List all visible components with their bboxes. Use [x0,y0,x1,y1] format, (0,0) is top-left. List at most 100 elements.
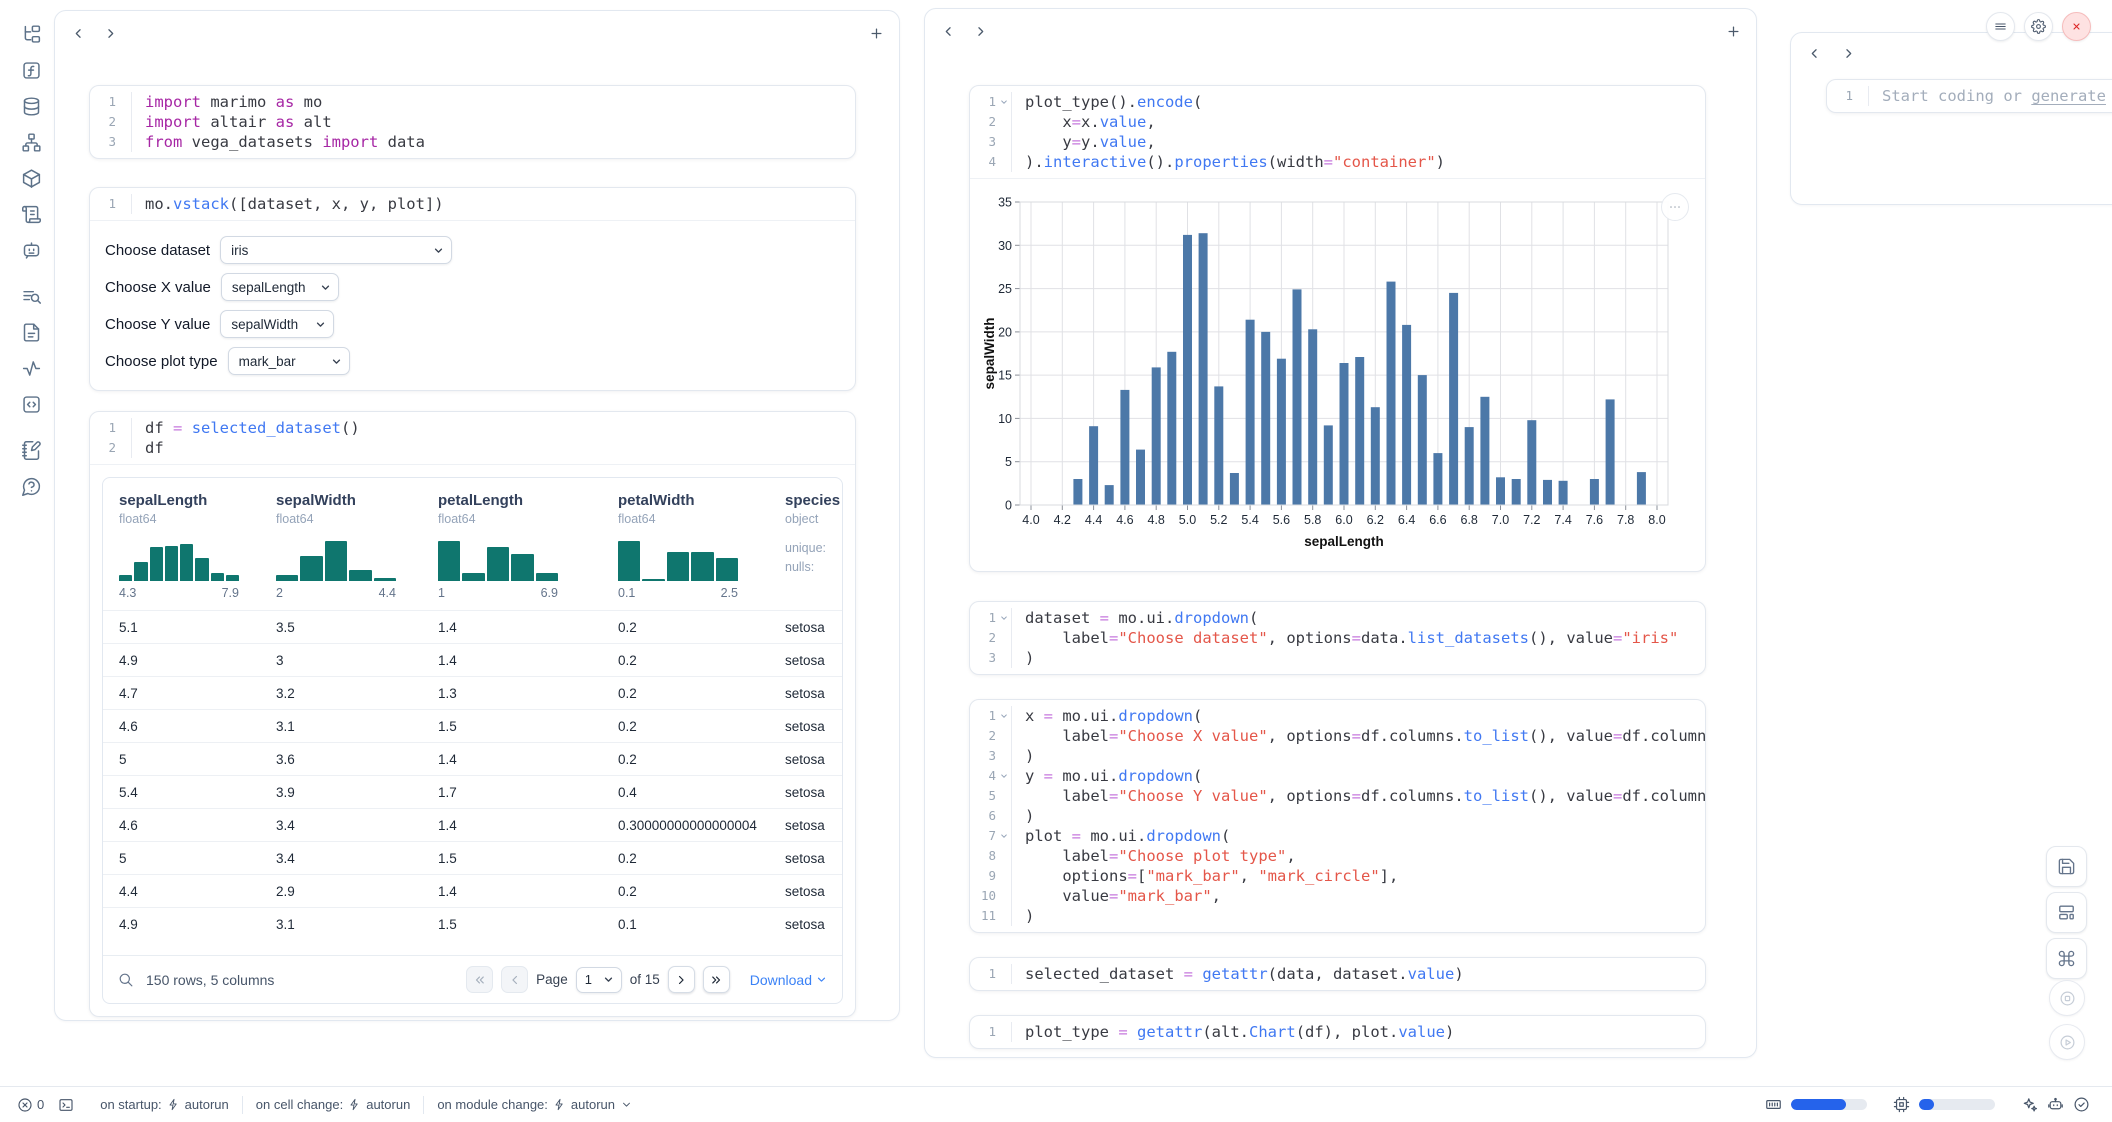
fold-chevron-icon[interactable] [996,826,1011,841]
next-page-button[interactable] [668,966,695,993]
column-scroll-left-button[interactable] [1805,44,1823,62]
choose-x-value-select[interactable]: sepalLength [221,273,339,301]
choose-plot-type-select-input[interactable]: mark_bar [228,347,350,375]
save-button[interactable] [2046,846,2087,887]
choose-dataset-select[interactable]: iris [220,236,452,264]
notebook-column-right: 1 Start coding or generate with AI. [1790,32,2112,205]
box-icon [21,168,42,189]
page-select-input[interactable]: 1 [576,967,622,993]
column-scroll-right-button[interactable] [101,24,119,42]
table-body: 5.13.51.40.2setosa4.931.40.2setosa4.73.2… [103,610,842,940]
play-icon [2059,1034,2076,1051]
sidebar-item-data-sources[interactable] [16,94,46,118]
sidebar-item-cell-outline[interactable] [16,356,46,380]
column-scroll-left-button[interactable] [69,24,87,42]
download-button[interactable]: Download [750,972,828,988]
ai-assist-button[interactable] [2021,1096,2038,1113]
sidebar-item-logs[interactable] [16,202,46,226]
column-histogram[interactable] [276,539,396,581]
code-editor-dataset[interactable]: 1dataset = mo.ui.dropdown(2 label="Choos… [970,602,1705,674]
code-editor-plot-type[interactable]: 1plot_type = getattr(alt.Chart(df), plot… [970,1016,1705,1048]
code-editor-vstack[interactable]: 1mo.vstack([dataset, x, y, plot]) [90,188,855,221]
code-editor-imports[interactable]: 1import marimo as mo2import altair as al… [90,86,855,158]
code-editor-dataframe[interactable]: 1df = selected_dataset()2df [90,412,855,465]
line-number: 2 [970,628,996,648]
dropdown-label: Choose plot type [105,353,218,370]
last-page-button[interactable] [703,966,730,993]
errors-indicator[interactable]: 0 [10,1097,51,1113]
runtime-on-startup[interactable]: on startup:autorun [87,1097,242,1112]
stop-button[interactable] [2049,980,2085,1016]
sidebar-item-snippets[interactable] [16,392,46,416]
code-editor-plot[interactable]: 1plot_type().encode(2 x=x.value,3 y=y.va… [970,86,1705,179]
run-button[interactable] [2049,1024,2085,1060]
table-row[interactable]: 4.42.91.40.2setosa [103,874,842,907]
prev-page-button[interactable] [501,966,528,993]
terminal-button[interactable] [51,1097,81,1113]
table-row[interactable]: 4.63.41.40.30000000000000004setosa [103,808,842,841]
fold-chevron-icon[interactable] [996,766,1011,781]
check-circle-icon [2073,1096,2090,1113]
table-row[interactable]: 53.41.50.2setosa [103,841,842,874]
fold-chevron-icon[interactable] [996,608,1011,623]
chevron-right-icon [674,973,688,987]
shutdown-button[interactable] [2062,12,2091,41]
fold-chevron-icon[interactable] [996,92,1011,107]
cell-empty: 1 Start coding or generate with AI. [1826,79,2112,113]
lightning-bolt-icon [348,1098,361,1111]
sidebar-item-help[interactable] [16,474,46,498]
table-row[interactable]: 4.73.21.30.2setosa [103,676,842,709]
search-icon[interactable] [117,971,134,988]
generate-with-ai-link[interactable]: generate [2031,87,2106,105]
choose-plot-type-select[interactable]: mark_bar [228,347,350,375]
notebook-menu-button[interactable] [1986,12,2015,41]
choose-y-value-select[interactable]: sepalWidth [220,310,334,338]
column-scroll-left-button[interactable] [939,22,957,40]
code-editor-selected-dataset[interactable]: 1selected_dataset = getattr(data, datase… [970,958,1705,990]
plus-icon [1726,24,1741,39]
sidebar-item-packages[interactable] [16,166,46,190]
column-histogram[interactable] [438,539,558,581]
sidebar-item-scratchpad[interactable] [16,438,46,462]
choose-y-value-select-input[interactable]: sepalWidth [220,310,334,338]
sidebar-item-file-explorer[interactable] [16,22,46,46]
keyboard-shortcuts-button[interactable] [2046,938,2087,979]
altair-bar-chart[interactable]: 4.04.24.44.64.85.05.25.45.65.86.06.26.46… [976,187,1699,559]
sidebar-item-tracebacks[interactable] [16,284,46,308]
layout-button[interactable] [2046,892,2087,933]
sidebar-item-ai-chat[interactable] [16,238,46,262]
first-page-button[interactable] [466,966,493,993]
runtime-on-cell-change[interactable]: on cell change:autorun [243,1097,424,1112]
settings-button[interactable] [2024,12,2053,41]
add-cell-button[interactable] [1724,22,1742,40]
column-scroll-right-button[interactable] [1839,44,1857,62]
bar-chart-svg[interactable]: 4.04.24.44.64.85.05.25.45.65.86.06.26.46… [976,187,1696,559]
column-histogram[interactable] [618,539,738,581]
copilot-button[interactable] [2047,1096,2064,1113]
column-scroll-right-button[interactable] [971,22,989,40]
table-row[interactable]: 4.93.11.50.1setosa [103,907,842,940]
table-row[interactable]: 53.61.40.2setosa [103,742,842,775]
table-row[interactable]: 4.63.11.50.2setosa [103,709,842,742]
table-row[interactable]: 5.43.91.70.4setosa [103,775,842,808]
runtime-on-module-change[interactable]: on module change:autorun [424,1097,646,1112]
code-editor-xyplot[interactable]: 1x = mo.ui.dropdown(2 label="Choose X va… [970,700,1705,932]
choose-x-value-select-input[interactable]: sepalLength [221,273,339,301]
fold-chevron-icon[interactable] [996,706,1011,721]
page-select[interactable]: 1 [576,967,622,993]
table-row[interactable]: 5.13.51.40.2setosa [103,610,842,643]
chart-actions-button[interactable] [1661,193,1689,221]
sidebar-item-documentation[interactable] [16,320,46,344]
add-cell-button[interactable] [867,24,885,42]
sidebar-item-dependency-graph[interactable] [16,130,46,154]
svg-text:7.0: 7.0 [1492,513,1509,527]
chevron-left-icon [941,24,956,39]
choose-dataset-select-input[interactable]: iris [220,236,452,264]
empty-code-editor[interactable]: 1 Start coding or generate with AI. [1827,80,2112,112]
table-row[interactable]: 4.931.40.2setosa [103,643,842,676]
column-histogram[interactable] [119,539,239,581]
page-label: Page [536,972,568,987]
sidebar-item-variables[interactable] [16,58,46,82]
connection-status-button[interactable] [2073,1096,2090,1113]
svg-text:5.0: 5.0 [1179,513,1196,527]
